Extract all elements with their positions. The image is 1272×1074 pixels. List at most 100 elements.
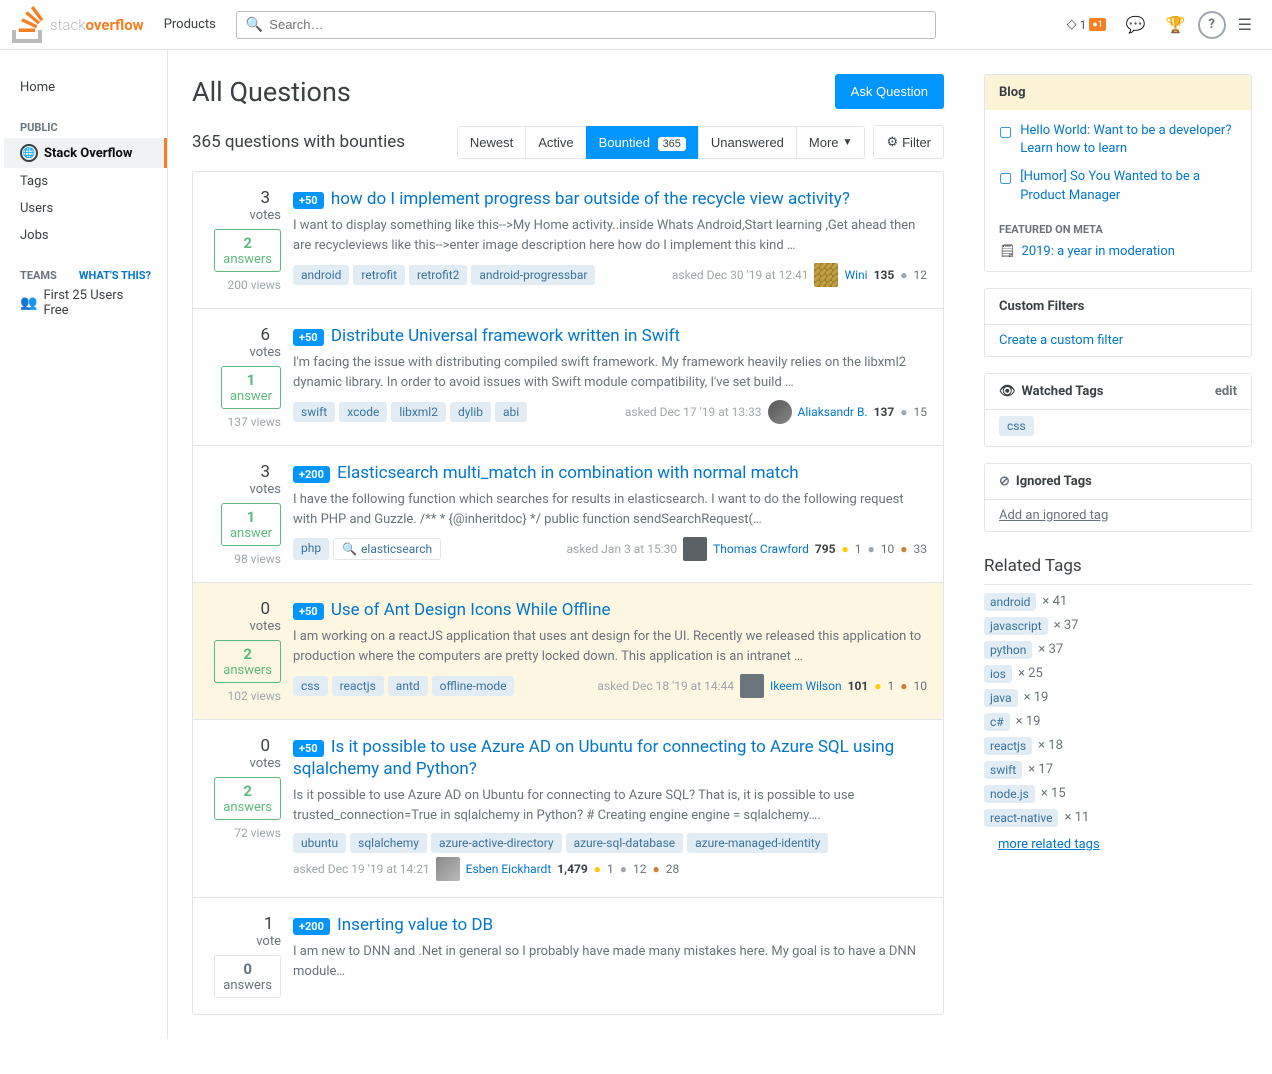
related-tag[interactable]: ios [984, 665, 1012, 683]
answer-count: 0 answers [214, 955, 281, 998]
user-name[interactable]: Esben Eickhardt [466, 862, 552, 876]
tag-android-progressbar[interactable]: android-progressbar [471, 265, 595, 285]
tag-dylib[interactable]: dylib [450, 402, 491, 422]
watched-tag-css[interactable]: css [999, 416, 1034, 436]
ask-question-button[interactable]: Ask Question [835, 74, 944, 109]
blog-link[interactable]: Hello World: Want to be a developer? Lea… [1020, 122, 1237, 158]
sidebar-item-stackoverflow[interactable]: 🌐 Stack Overflow [4, 138, 167, 168]
filter-button[interactable]: ⚙ Filter [873, 125, 944, 159]
question-body: +50 Use of Ant Design Icons While Offlin… [293, 599, 927, 703]
featured-link[interactable]: 2019: a year in moderation [1022, 244, 1175, 259]
tag-azure-managed[interactable]: azure-managed-identity [687, 833, 828, 853]
achievements-btn[interactable]: ◇ 1 ●1 [1059, 11, 1114, 38]
user-silver-badge: ● [620, 862, 627, 876]
tag-php[interactable]: php [293, 538, 329, 560]
user-name[interactable]: Wini [844, 268, 867, 282]
user-rep: 135 [874, 268, 895, 282]
sidebar-item-tags[interactable]: Tags [4, 168, 167, 195]
watched-tags-body: css [985, 410, 1251, 446]
blog-link[interactable]: [Humor] So You Wanted to be a Product Ma… [1020, 168, 1237, 204]
tab-active[interactable]: Active [525, 126, 585, 159]
vote-count: 6 votes [250, 325, 281, 360]
more-related-tags-link[interactable]: more related tags [984, 833, 1252, 862]
user-name[interactable]: Ikeem Wilson [770, 679, 842, 693]
related-tag[interactable]: react-native [984, 809, 1058, 827]
tag-android[interactable]: android [293, 265, 349, 285]
user-gold-badge: ● [874, 679, 881, 693]
tab-unanswered[interactable]: Unanswered [698, 126, 796, 159]
sidebar-item-users[interactable]: Users [4, 195, 167, 222]
tag-libxml2[interactable]: libxml2 [391, 402, 446, 422]
menu-btn[interactable]: ☰ [1230, 9, 1260, 40]
add-ignored-tag-link[interactable]: Add an ignored tag [985, 500, 1251, 531]
achievements-trophy-btn[interactable]: 🏆 [1158, 9, 1194, 40]
help-btn[interactable]: ? [1198, 11, 1226, 39]
vote-count: 3 votes [250, 462, 281, 497]
blog-item: ▢ [Humor] So You Wanted to be a Product … [999, 168, 1237, 204]
whats-this-link[interactable]: What's this? [79, 269, 151, 282]
user-bronze-badge: ● [900, 542, 907, 556]
tag-retrofit2[interactable]: retrofit2 [409, 265, 467, 285]
tag-elasticsearch[interactable]: 🔍elasticsearch [333, 538, 441, 560]
related-tag[interactable]: reactjs [984, 737, 1032, 755]
avatar [814, 263, 838, 287]
question-stats: 6 votes 1 answer 137 views [209, 325, 281, 429]
tag-ubuntu[interactable]: ubuntu [293, 833, 346, 853]
right-sidebar: Blog ▢ Hello World: Want to be a develop… [968, 50, 1268, 1039]
tab-newest[interactable]: Newest [457, 126, 525, 159]
question-item: 3 votes 1 answer 98 views +200 Elasticse… [193, 446, 943, 583]
question-title[interactable]: Elasticsearch multi_match in combination… [337, 463, 798, 483]
user-rep: 795 [815, 542, 836, 556]
tag-swift[interactable]: swift [293, 402, 335, 422]
sidebar-item-jobs[interactable]: Jobs [4, 222, 167, 249]
ban-icon: ⊘ [999, 474, 1010, 489]
logo[interactable]: stackoverflow [12, 6, 144, 43]
tag-abi[interactable]: abi [495, 402, 527, 422]
list-item: node.js × 15 [984, 785, 1252, 803]
tag-css[interactable]: css [293, 676, 328, 696]
blog-icon: ▢ [999, 124, 1012, 140]
related-tag[interactable]: java [984, 689, 1018, 707]
user-name[interactable]: Aliaksandr B. [798, 405, 868, 419]
related-tag[interactable]: python [984, 641, 1032, 659]
user-name[interactable]: Thomas Crawford [713, 542, 809, 556]
tag-offline-mode[interactable]: offline-mode [432, 676, 515, 696]
inbox-btn[interactable]: 💬 [1118, 9, 1154, 40]
tab-more[interactable]: More ▼ [796, 126, 866, 159]
tag-reactjs[interactable]: reactjs [332, 676, 384, 696]
logo-text: stackoverflow [50, 16, 144, 34]
list-item: java × 19 [984, 689, 1252, 707]
question-tags-meta: php 🔍elasticsearch asked Jan 3 at 15:30 … [293, 537, 927, 561]
user-rep: 137 [874, 405, 895, 419]
question-user-info: asked Dec 30 '19 at 12:41 Wini 135 ● 12 [672, 263, 927, 287]
vote-count: 0 votes [250, 599, 281, 634]
related-tag[interactable]: swift [984, 761, 1022, 779]
tab-bountied[interactable]: Bountied 365 [586, 126, 698, 159]
tag-antd[interactable]: antd [388, 676, 428, 696]
sidebar-so-label: Stack Overflow [44, 146, 132, 161]
tag-retrofit[interactable]: retrofit [353, 265, 405, 285]
tag-azure-ad[interactable]: azure-active-directory [431, 833, 562, 853]
blog-header: Blog [985, 75, 1251, 110]
question-title[interactable]: Use of Ant Design Icons While Offline [331, 600, 611, 620]
related-tag[interactable]: android [984, 593, 1036, 611]
tag-xcode[interactable]: xcode [339, 402, 387, 422]
question-title[interactable]: how do I implement progress bar outside … [331, 189, 850, 209]
user-silver-badge: ● [868, 542, 875, 556]
related-tag[interactable]: javascript [984, 617, 1048, 635]
watched-edit-link[interactable]: edit [1215, 384, 1237, 399]
ignored-tags-header: ⊘ Ignored Tags [985, 464, 1251, 500]
related-tag[interactable]: node.js [984, 785, 1035, 803]
tag-sqlalchemy[interactable]: sqlalchemy [350, 833, 427, 853]
related-tag[interactable]: c# [984, 713, 1010, 731]
search-input[interactable] [269, 17, 926, 32]
user-bronze-badge: ● [653, 862, 660, 876]
tag-azure-sql[interactable]: azure-sql-database [566, 833, 684, 853]
question-title[interactable]: Distribute Universal framework written i… [331, 326, 680, 346]
products-nav[interactable]: Products [156, 13, 224, 36]
sidebar-item-home[interactable]: Home [4, 74, 167, 101]
sidebar-item-first-team[interactable]: 👥 First 25 Users Free [20, 282, 151, 324]
question-title[interactable]: Inserting value to DB [337, 915, 493, 935]
question-title[interactable]: Is it possible to use Azure AD on Ubuntu… [293, 737, 894, 779]
create-custom-filter-link[interactable]: Create a custom filter [985, 325, 1251, 356]
